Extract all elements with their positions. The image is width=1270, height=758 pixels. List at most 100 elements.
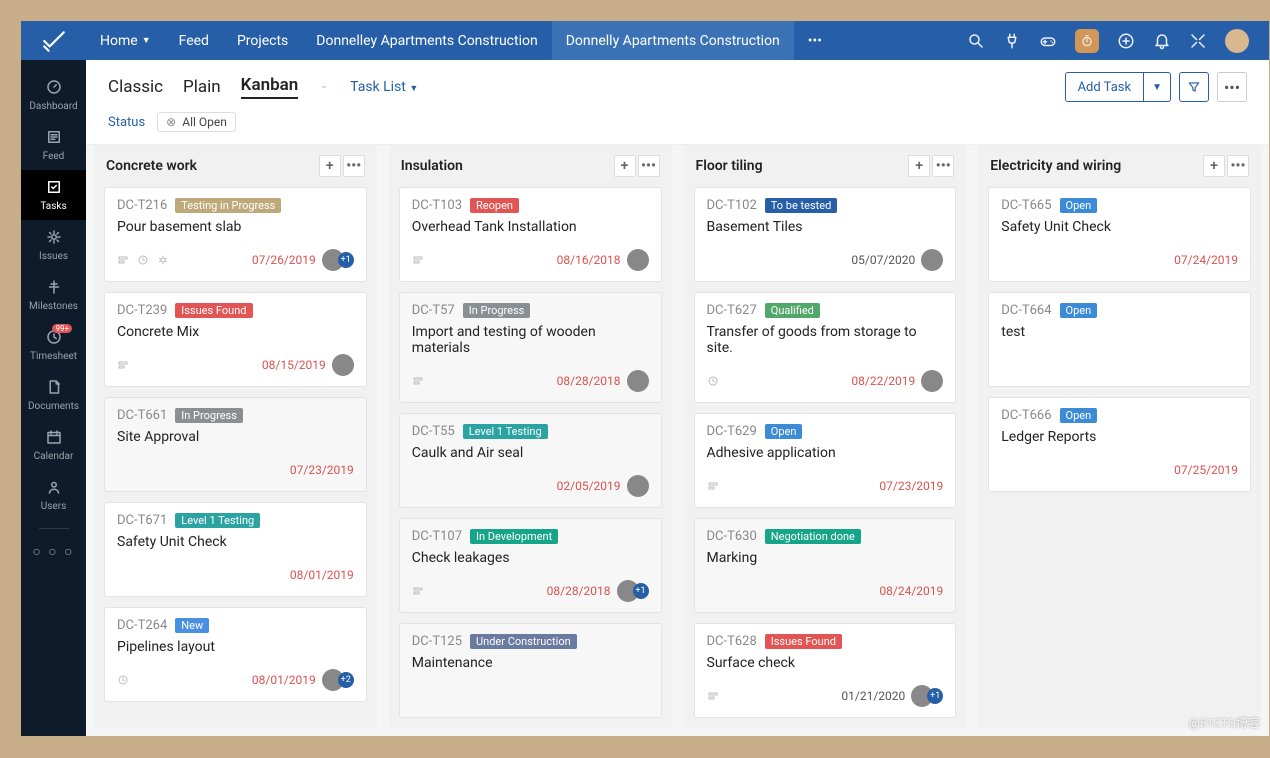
filter-row: Status ⊗All Open [86, 112, 1269, 144]
logo[interactable] [21, 28, 86, 54]
add-card-button[interactable]: + [1203, 155, 1225, 177]
filter-label[interactable]: Status [108, 115, 145, 130]
task-title: Safety Unit Check [117, 534, 354, 550]
topbar-actions [967, 29, 1269, 53]
task-id: DC-T664 [1001, 303, 1051, 318]
task-id: DC-T125 [412, 634, 462, 649]
status-tag: In Progress [175, 408, 243, 423]
tasks-icon [45, 178, 63, 196]
task-card[interactable]: DC-T216Testing in ProgressPour basement … [104, 187, 367, 282]
sidebar-users[interactable]: Users [21, 470, 86, 520]
sidebar-tasks[interactable]: Tasks [21, 170, 86, 220]
tools-icon[interactable] [1189, 32, 1207, 50]
nav-home[interactable]: Home▼ [86, 21, 165, 60]
task-indicators [117, 254, 169, 266]
search-icon[interactable] [967, 32, 985, 50]
task-title: test [1001, 324, 1238, 340]
sidebar-dashboard[interactable]: Dashboard [21, 70, 86, 120]
more-assignees: +2 [338, 672, 354, 688]
task-id: DC-T239 [117, 303, 167, 318]
sidebar-issues[interactable]: Issues [21, 220, 86, 270]
sidebar-timesheet[interactable]: 99+Timesheet [21, 320, 86, 370]
task-card[interactable]: DC-T629OpenAdhesive application07/23/201… [694, 413, 957, 508]
nav-feed[interactable]: Feed [165, 21, 223, 60]
body: Dashboard Feed Tasks Issues Milestones 9… [21, 60, 1269, 736]
task-card[interactable]: DC-T102To be testedBasement Tiles05/07/2… [694, 187, 957, 282]
status-tag: To be tested [765, 198, 838, 213]
nav-projects[interactable]: Projects [223, 21, 302, 60]
tab-classic[interactable]: Classic [108, 77, 163, 97]
task-card[interactable]: DC-T107In DevelopmentCheck leakages08/28… [399, 518, 662, 613]
task-card[interactable]: DC-T239Issues FoundConcrete Mix08/15/201… [104, 292, 367, 387]
plug-icon[interactable] [1003, 32, 1021, 50]
kanban-column: Electricity and wiring+•••DC-T665OpenSaf… [978, 145, 1261, 728]
status-tag: New [175, 618, 209, 633]
user-avatar[interactable] [1225, 29, 1249, 53]
column-more-button[interactable]: ••• [1227, 155, 1249, 177]
timer-icon[interactable] [1075, 29, 1099, 53]
task-id: DC-T629 [707, 424, 757, 439]
add-icon[interactable] [1117, 32, 1135, 50]
task-card[interactable]: DC-T628Issues FoundSurface check01/21/20… [694, 623, 957, 718]
nav-more[interactable]: ••• [794, 21, 836, 60]
users-icon [45, 478, 63, 496]
task-list-dropdown[interactable]: Task List ▼ [350, 79, 418, 95]
sidebar-milestones[interactable]: Milestones [21, 270, 86, 320]
status-tag: Under Construction [470, 634, 577, 649]
clock-icon [137, 254, 149, 266]
add-card-button[interactable]: + [614, 155, 636, 177]
filter-button[interactable] [1179, 72, 1209, 102]
sub-icon [412, 254, 424, 266]
card-list: DC-T665OpenSafety Unit Check07/24/2019DC… [978, 187, 1261, 728]
column-header: Electricity and wiring+••• [978, 145, 1261, 187]
chevron-down-icon[interactable]: ▼ [1143, 73, 1170, 101]
due-date: 08/24/2019 [879, 584, 943, 598]
task-card[interactable]: DC-T57In ProgressImport and testing of w… [399, 292, 662, 403]
add-card-button[interactable]: + [908, 155, 930, 177]
due-date: 02/05/2019 [557, 479, 621, 493]
tab-plain[interactable]: Plain [183, 77, 221, 97]
breadcrumb-1[interactable]: Donnelley Apartments Construction [302, 21, 551, 60]
column-header: Concrete work+••• [94, 145, 377, 187]
filter-chip[interactable]: ⊗All Open [157, 112, 236, 132]
sidebar-feed[interactable]: Feed [21, 120, 86, 170]
task-card[interactable]: DC-T264NewPipelines layout08/01/2019+2 [104, 607, 367, 702]
more-assignees: +1 [338, 252, 354, 268]
task-title: Adhesive application [707, 445, 944, 461]
task-card[interactable]: DC-T627QualifiedTransfer of goods from s… [694, 292, 957, 403]
due-date: 07/25/2019 [1174, 463, 1238, 477]
more-button[interactable]: ••• [1217, 72, 1247, 102]
task-id: DC-T665 [1001, 198, 1051, 213]
task-title: Maintenance [412, 655, 649, 671]
add-card-button[interactable]: + [319, 155, 341, 177]
column-more-button[interactable]: ••• [932, 155, 954, 177]
bell-icon[interactable] [1153, 32, 1171, 50]
task-indicators [707, 690, 719, 702]
column-more-button[interactable]: ••• [343, 155, 365, 177]
task-card[interactable]: DC-T666OpenLedger Reports07/25/2019 [988, 397, 1251, 492]
add-task-button[interactable]: Add Task▼ [1065, 72, 1171, 102]
bug-icon [157, 254, 169, 266]
view-tabs: Classic Plain Kanban - Task List ▼ Add T… [86, 60, 1269, 112]
close-icon[interactable]: ⊗ [166, 115, 176, 129]
tab-kanban[interactable]: Kanban [241, 75, 299, 99]
task-card[interactable]: DC-T664Opentest [988, 292, 1251, 387]
due-date: 08/15/2019 [262, 358, 326, 372]
status-tag: Reopen [470, 198, 519, 213]
column-more-button[interactable]: ••• [638, 155, 660, 177]
task-card[interactable]: DC-T55Level 1 TestingCaulk and Air seal0… [399, 413, 662, 508]
task-card[interactable]: DC-T665OpenSafety Unit Check07/24/2019 [988, 187, 1251, 282]
task-card[interactable]: DC-T671Level 1 TestingSafety Unit Check0… [104, 502, 367, 597]
task-card[interactable]: DC-T103ReopenOverhead Tank Installation0… [399, 187, 662, 282]
sidebar-more[interactable]: ○ ○ ○ [32, 543, 74, 560]
task-card[interactable]: DC-T630Negotiation doneMarking08/24/2019 [694, 518, 957, 613]
task-card[interactable]: DC-T661In ProgressSite Approval07/23/201… [104, 397, 367, 492]
gamepad-icon[interactable] [1039, 32, 1057, 50]
milestones-icon [45, 278, 63, 296]
topbar: Home▼ Feed Projects Donnelley Apartments… [21, 21, 1269, 60]
due-date: 07/24/2019 [1174, 253, 1238, 267]
breadcrumb-2[interactable]: Donnelly Apartments Construction [552, 21, 794, 60]
sidebar-calendar[interactable]: Calendar [21, 420, 86, 470]
sidebar-documents[interactable]: Documents [21, 370, 86, 420]
task-card[interactable]: DC-T125 Under Construction Maintenance [399, 623, 662, 718]
